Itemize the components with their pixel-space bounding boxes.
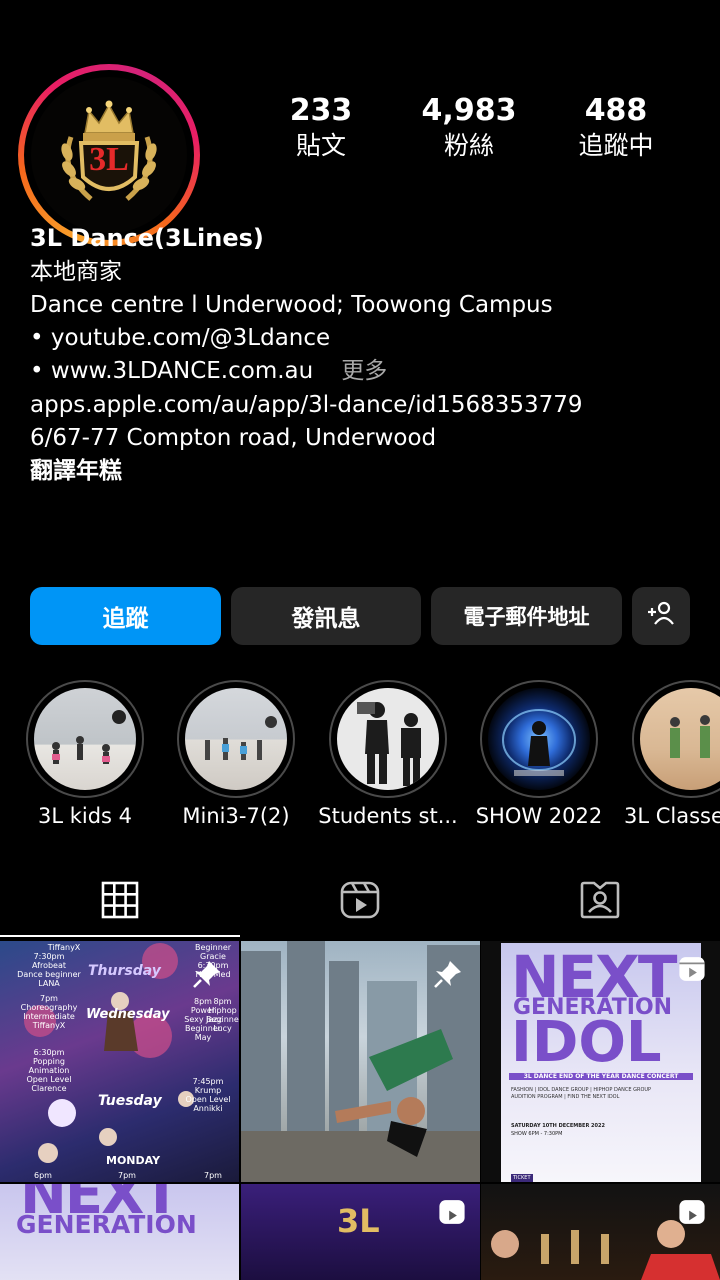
post-day-label: MONDAY: [106, 1154, 161, 1167]
post-thumbnail[interactable]: NEXT GENERATION IDOL 3L DANCE END OF THE…: [481, 941, 720, 1182]
highlight-label: Students st...: [318, 804, 458, 828]
tab-posts[interactable]: [100, 880, 140, 924]
bio-website: • www.3LDANCE.com.au: [30, 358, 314, 384]
translate-button[interactable]: 翻譯年糕: [30, 455, 710, 488]
pinned-icon: [433, 959, 463, 993]
email-button[interactable]: 電子郵件地址: [431, 587, 622, 645]
post-thumbnail[interactable]: 3L: [241, 1184, 480, 1280]
highlight-item[interactable]: [26, 680, 144, 798]
highlight-label: 3L kids 4: [37, 804, 133, 828]
message-button[interactable]: 發訊息: [231, 587, 421, 645]
bio-line: • www.3LDANCE.com.au 更多: [30, 355, 710, 388]
post-thumbnail[interactable]: [481, 1184, 720, 1280]
highlight-thumbnail: [185, 688, 287, 790]
highlight-thumbnail: [34, 688, 136, 790]
highlight-label: 3L Classe: [624, 804, 720, 828]
post-time: SHOW 6PM - 7:30PM: [511, 1131, 563, 1137]
highlight-item[interactable]: [632, 680, 720, 798]
post-logo: 3L: [337, 1202, 380, 1240]
profile-category: 本地商家: [30, 259, 122, 285]
highlight-item[interactable]: [480, 680, 598, 798]
grid-icon: [101, 881, 139, 923]
post-caption-text: 7pm: [204, 1171, 222, 1180]
post-thumbnail[interactable]: Thursday Wednesday Tuesday MONDAY Tiffan…: [0, 941, 239, 1182]
bio-line: • youtube.com/@3Ldance: [30, 325, 331, 351]
tab-reels[interactable]: [340, 880, 380, 924]
more-button[interactable]: 更多: [341, 358, 387, 384]
following-count[interactable]: 488 追蹤中: [546, 94, 686, 162]
reel-icon: [678, 955, 706, 987]
tab-tagged[interactable]: [580, 880, 620, 924]
highlight-thumbnail: [640, 688, 720, 790]
highlight-thumbnail: [337, 688, 439, 790]
add-person-icon: [646, 600, 676, 632]
post-subtitle: 3L DANCE END OF THE YEAR DANCE CONCERT: [509, 1073, 693, 1080]
post-day-label: Wednesday: [86, 1007, 170, 1022]
post-ticket: TICKET: [511, 1174, 533, 1182]
highlight-item[interactable]: [329, 680, 447, 798]
add-user-button[interactable]: [632, 587, 690, 645]
post-title: IDOL: [511, 1010, 662, 1075]
follow-button[interactable]: 追蹤: [30, 587, 221, 645]
post-title: GENERATION: [16, 1210, 197, 1239]
post-thumbnail[interactable]: [241, 941, 480, 1182]
post-day-label: Thursday: [88, 963, 161, 979]
posts-count[interactable]: 233 貼文: [251, 94, 391, 162]
post-subtitle: FASHION | IDOL DANCE GROUP | HIPHOP DANC…: [511, 1087, 652, 1093]
highlight-label: Mini3-7(2): [182, 804, 290, 828]
post-caption-text: 7pm: [118, 1171, 136, 1180]
highlight-label: SHOW 2022: [475, 804, 603, 828]
post-caption-text: 7:45pm Krump Open Level Annikki: [185, 1077, 231, 1113]
post-caption-text: TiffanyX 7:30pm Afrobeat Dance beginner …: [17, 943, 81, 1093]
post-caption-text: 8pm Hiphop Beginner Lucy: [206, 997, 239, 1033]
reel-icon: [438, 1198, 466, 1230]
post-day-label: Tuesday: [98, 1093, 162, 1109]
reels-icon: [340, 880, 380, 924]
logo-text: 3L: [89, 141, 129, 178]
highlight-item[interactable]: [177, 680, 295, 798]
followers-count[interactable]: 4,983 粉絲: [399, 94, 539, 162]
bio-line: Dance centre l Underwood; Toowong Campus: [30, 292, 553, 318]
tagged-icon: [580, 880, 620, 924]
logo-icon: 3L: [31, 77, 187, 233]
active-tab-indicator: [0, 935, 240, 937]
highlight-thumbnail: [488, 688, 590, 790]
post-caption-text: Beginner Gracie 6:30pm HiIT/Med: [194, 943, 232, 979]
post-subtitle: AUDITION PROGRAM | FIND THE NEXT IDOL: [511, 1094, 620, 1100]
profile-link[interactable]: apps.apple.com/au/app/3l-dance/id1568353…: [30, 389, 710, 422]
profile-name: 3L Dance(3Lines): [30, 224, 264, 252]
back-icon[interactable]: [22, 0, 42, 6]
post-thumbnail[interactable]: NEXT GENERATION: [0, 1184, 239, 1280]
profile-avatar[interactable]: 3L: [18, 64, 200, 246]
profile-address[interactable]: 6/67-77 Compton road, Underwood: [30, 422, 710, 455]
post-date: SATURDAY 10TH DECEMBER 2022: [511, 1123, 605, 1129]
post-caption-text: 6pm: [34, 1171, 52, 1180]
reel-icon: [678, 1198, 706, 1230]
